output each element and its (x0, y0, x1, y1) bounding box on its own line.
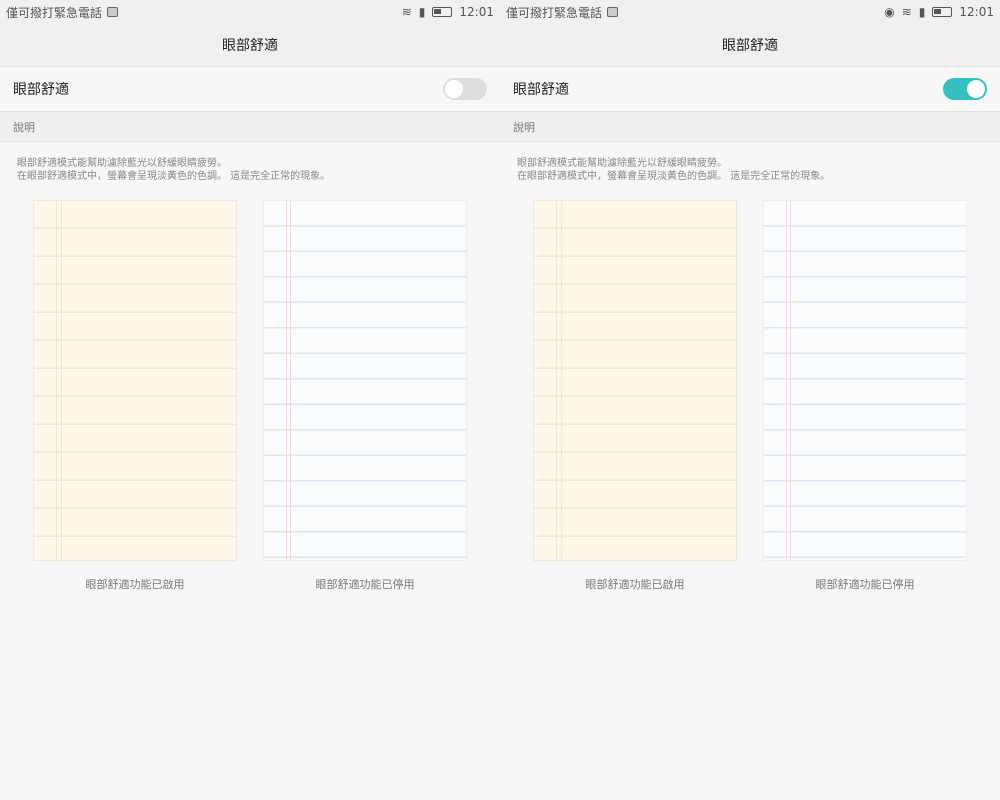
caption-disabled: 眼部舒適功能已停用 (815, 578, 915, 591)
page-title: 眼部舒適 (500, 24, 1000, 67)
eye-icon: ◉ (884, 5, 895, 19)
page-title: 眼部舒適 (0, 24, 500, 67)
setting-label: 眼部舒適 (513, 82, 569, 98)
preview-disabled (263, 200, 467, 561)
sim-icon: ▮ (918, 5, 926, 19)
battery-icon (932, 7, 953, 17)
wifi-icon: ≋ (901, 5, 912, 19)
eye-comfort-setting[interactable]: 眼部舒適 (500, 67, 1000, 112)
status-bar: 僅可撥打緊急電話 ◉ ≋ ▮ 12:01 (500, 0, 1000, 24)
status-bar: 僅可撥打緊急電話 ≋ ▮ 12:01 (0, 0, 500, 24)
battery-icon (432, 7, 453, 17)
image-notification-icon (607, 7, 619, 17)
eye-comfort-toggle[interactable] (943, 78, 987, 100)
caption-enabled: 眼部舒適功能已啟用 (85, 578, 185, 591)
panel-toggle-on: 僅可撥打緊急電話 ◉ ≋ ▮ 12:01 眼部舒適 眼部舒適 說明 眼部舒適模式能幫助… (500, 0, 1000, 800)
carrier-text: 僅可撥打緊急電話 (506, 5, 603, 20)
clock: 12:01 (459, 5, 494, 19)
panel-toggle-off: 僅可撥打緊急電話 ≋ ▮ 12:01 眼部舒適 眼部舒適 說明 眼部舒適模式能幫助濾… (0, 0, 500, 800)
description: 眼部舒適模式能幫助濾除藍光以舒緩眼睛疲勞。 在眼部舒適模式中，螢幕會呈現淡黃色的色… (17, 158, 331, 182)
image-notification-icon (107, 7, 119, 17)
wifi-icon: ≋ (401, 5, 412, 19)
caption-disabled: 眼部舒適功能已停用 (315, 578, 415, 591)
eye-comfort-toggle[interactable] (443, 78, 487, 100)
caption-enabled: 眼部舒適功能已啟用 (585, 578, 685, 591)
section-header: 說明 (500, 112, 1000, 142)
description: 眼部舒適模式能幫助濾除藍光以舒緩眼睛疲勞。 在眼部舒適模式中，螢幕會呈現淡黃色的色… (517, 158, 831, 182)
carrier-text: 僅可撥打緊急電話 (6, 5, 103, 20)
preview-enabled (33, 200, 237, 561)
preview-enabled (533, 200, 737, 561)
eye-comfort-setting[interactable]: 眼部舒適 (0, 67, 500, 112)
sim-icon: ▮ (418, 5, 426, 19)
preview-disabled (763, 200, 967, 561)
setting-label: 眼部舒適 (13, 82, 69, 98)
section-header: 說明 (0, 112, 500, 142)
clock: 12:01 (959, 5, 994, 19)
